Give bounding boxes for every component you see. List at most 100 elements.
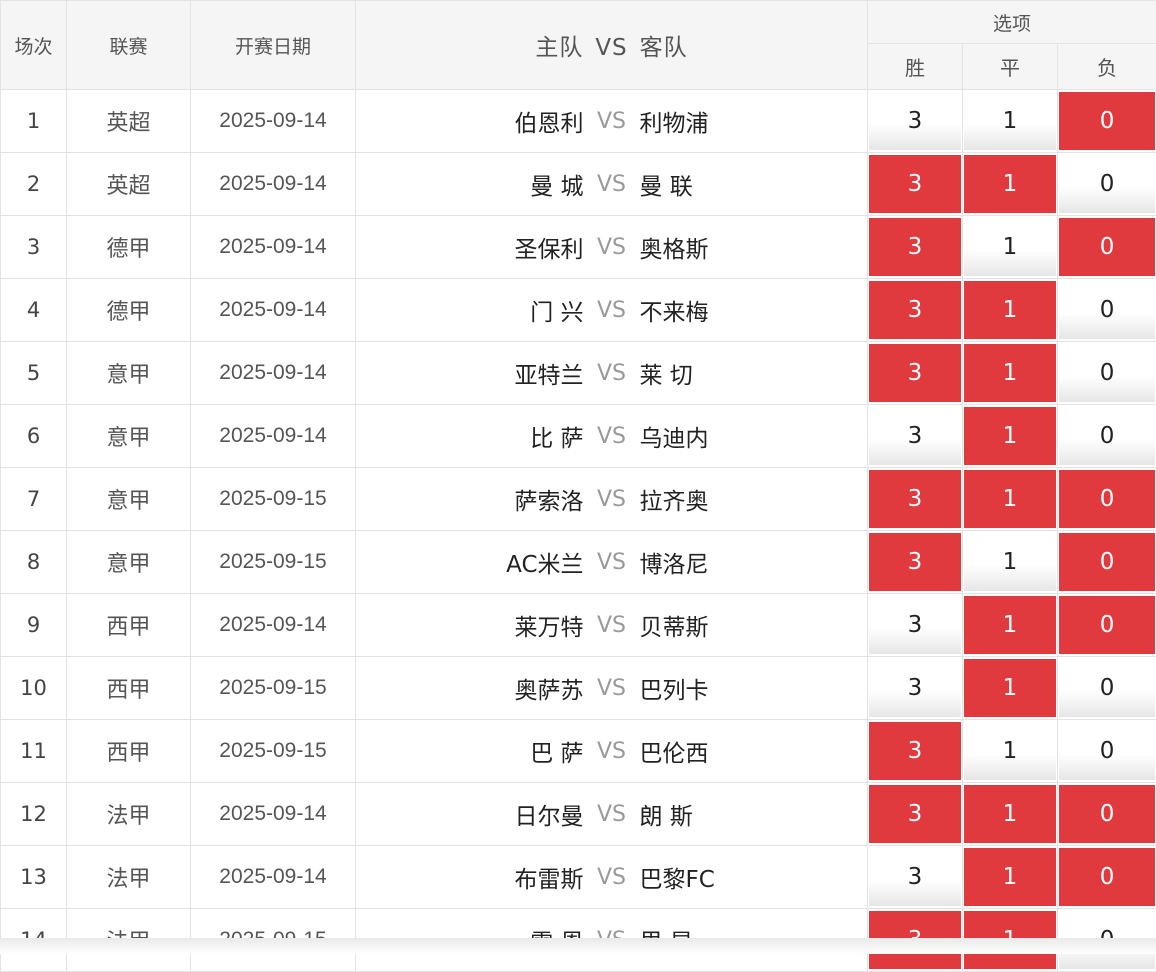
option-win-button[interactable]: 3 bbox=[869, 848, 961, 906]
option-loss-button[interactable]: 0 bbox=[1059, 533, 1155, 591]
option-loss-button[interactable]: 0 bbox=[1059, 407, 1155, 465]
match-index: 9 bbox=[1, 594, 67, 657]
vs-label: VS bbox=[584, 550, 640, 575]
option-draw-button[interactable]: 1 bbox=[964, 155, 1056, 213]
match-index: 10 bbox=[1, 657, 67, 720]
option-cell-win: 3 bbox=[868, 468, 963, 531]
option-loss-button[interactable]: 0 bbox=[1059, 92, 1155, 150]
away-team: 贝蒂斯 bbox=[640, 608, 868, 642]
match-cell: 曼 城VS曼 联 bbox=[356, 153, 868, 216]
match-cell: 圣保利VS奥格斯 bbox=[356, 216, 868, 279]
away-team: 巴黎FC bbox=[640, 860, 868, 894]
option-cell-win: 3 bbox=[868, 720, 963, 783]
home-team: 圣保利 bbox=[356, 230, 584, 264]
option-loss-button[interactable]: 0 bbox=[1059, 848, 1155, 906]
option-draw-button[interactable]: 1 bbox=[964, 344, 1056, 402]
vs-label: VS bbox=[584, 739, 640, 764]
vs-label: VS bbox=[584, 424, 640, 449]
option-draw-button[interactable]: 1 bbox=[964, 218, 1056, 276]
table-row: 3德甲2025-09-14圣保利VS奥格斯310 bbox=[1, 216, 1156, 279]
vs-label: VS bbox=[584, 613, 640, 638]
option-draw-button[interactable]: 1 bbox=[964, 596, 1056, 654]
option-cell-draw: 1 bbox=[963, 342, 1058, 405]
option-draw-button[interactable]: 1 bbox=[964, 659, 1056, 717]
header-draw: 平 bbox=[963, 44, 1058, 90]
vs-label: VS bbox=[584, 109, 640, 134]
option-win-button[interactable]: 3 bbox=[869, 92, 961, 150]
option-draw-button[interactable]: 1 bbox=[964, 722, 1056, 780]
match-teams: 比 萨VS乌迪内 bbox=[356, 419, 867, 453]
option-cell-win: 3 bbox=[868, 216, 963, 279]
away-team: 博洛尼 bbox=[640, 545, 868, 579]
option-draw-button[interactable]: 1 bbox=[964, 848, 1056, 906]
option-win-button[interactable]: 3 bbox=[869, 470, 961, 528]
option-cell-win: 3 bbox=[868, 531, 963, 594]
league-cell: 法甲 bbox=[67, 783, 191, 846]
date-cell: 2025-09-15 bbox=[191, 531, 356, 594]
option-win-button[interactable]: 3 bbox=[869, 344, 961, 402]
option-cell-win: 3 bbox=[868, 342, 963, 405]
table-row: 9西甲2025-09-14莱万特VS贝蒂斯310 bbox=[1, 594, 1156, 657]
table-row: 11西甲2025-09-15巴 萨VS巴伦西310 bbox=[1, 720, 1156, 783]
option-cell-draw: 1 bbox=[963, 783, 1058, 846]
option-cell-loss: 0 bbox=[1058, 846, 1156, 909]
option-loss-button[interactable]: 0 bbox=[1059, 659, 1155, 717]
option-win-button[interactable]: 3 bbox=[869, 659, 961, 717]
option-cell-draw: 1 bbox=[963, 594, 1058, 657]
league-cell: 法甲 bbox=[67, 846, 191, 909]
option-win-button[interactable]: 3 bbox=[869, 722, 961, 780]
vs-label: VS bbox=[584, 487, 640, 512]
option-win-button[interactable]: 3 bbox=[869, 407, 961, 465]
option-loss-button[interactable]: 0 bbox=[1059, 785, 1155, 843]
league-cell: 意甲 bbox=[67, 342, 191, 405]
option-cell-loss: 0 bbox=[1058, 468, 1156, 531]
away-team: 巴伦西 bbox=[640, 734, 868, 768]
option-cell-loss: 0 bbox=[1058, 342, 1156, 405]
option-draw-button[interactable]: 1 bbox=[964, 92, 1056, 150]
date-cell: 2025-09-14 bbox=[191, 846, 356, 909]
date-cell: 2025-09-15 bbox=[191, 468, 356, 531]
table-row: 1英超2025-09-14伯恩利VS利物浦310 bbox=[1, 90, 1156, 153]
option-win-button[interactable]: 3 bbox=[869, 533, 961, 591]
option-loss-button[interactable]: 0 bbox=[1059, 470, 1155, 528]
option-cell-draw: 1 bbox=[963, 279, 1058, 342]
option-loss-button[interactable]: 0 bbox=[1059, 344, 1155, 402]
option-cell-draw: 1 bbox=[963, 657, 1058, 720]
option-win-button[interactable]: 3 bbox=[869, 596, 961, 654]
option-win-button[interactable]: 3 bbox=[869, 155, 961, 213]
option-draw-button[interactable]: 1 bbox=[964, 785, 1056, 843]
option-loss-button[interactable]: 0 bbox=[1059, 155, 1155, 213]
header-vs: VS bbox=[595, 35, 627, 61]
option-win-button[interactable]: 3 bbox=[869, 218, 961, 276]
option-loss-button[interactable]: 0 bbox=[1059, 722, 1155, 780]
date-cell: 2025-09-15 bbox=[191, 720, 356, 783]
match-cell: 布雷斯VS巴黎FC bbox=[356, 846, 868, 909]
match-index: 4 bbox=[1, 279, 67, 342]
option-cell-loss: 0 bbox=[1058, 90, 1156, 153]
option-draw-button[interactable]: 1 bbox=[964, 470, 1056, 528]
home-team: 巴 萨 bbox=[356, 734, 584, 768]
option-draw-button[interactable]: 1 bbox=[964, 407, 1056, 465]
option-draw-button[interactable]: 1 bbox=[964, 533, 1056, 591]
match-index: 11 bbox=[1, 720, 67, 783]
option-cell-win: 3 bbox=[868, 783, 963, 846]
option-loss-button[interactable]: 0 bbox=[1059, 596, 1155, 654]
table-row: 5意甲2025-09-14亚特兰VS莱 切310 bbox=[1, 342, 1156, 405]
home-team: 伯恩利 bbox=[356, 104, 584, 138]
option-loss-button[interactable]: 0 bbox=[1059, 218, 1155, 276]
option-win-button[interactable]: 3 bbox=[869, 785, 961, 843]
match-cell: 亚特兰VS莱 切 bbox=[356, 342, 868, 405]
option-cell-draw: 1 bbox=[963, 405, 1058, 468]
match-teams: 巴 萨VS巴伦西 bbox=[356, 734, 867, 768]
home-team: 布雷斯 bbox=[356, 860, 584, 894]
option-cell-win: 3 bbox=[868, 405, 963, 468]
home-team: 莱万特 bbox=[356, 608, 584, 642]
match-cell: AC米兰VS博洛尼 bbox=[356, 531, 868, 594]
option-draw-button[interactable]: 1 bbox=[964, 281, 1056, 339]
table-row: 12法甲2025-09-14日尔曼VS朗 斯310 bbox=[1, 783, 1156, 846]
league-cell: 意甲 bbox=[67, 531, 191, 594]
option-loss-button[interactable]: 0 bbox=[1059, 281, 1155, 339]
option-win-button[interactable]: 3 bbox=[869, 281, 961, 339]
table-row: 2英超2025-09-14曼 城VS曼 联310 bbox=[1, 153, 1156, 216]
date-cell: 2025-09-14 bbox=[191, 153, 356, 216]
